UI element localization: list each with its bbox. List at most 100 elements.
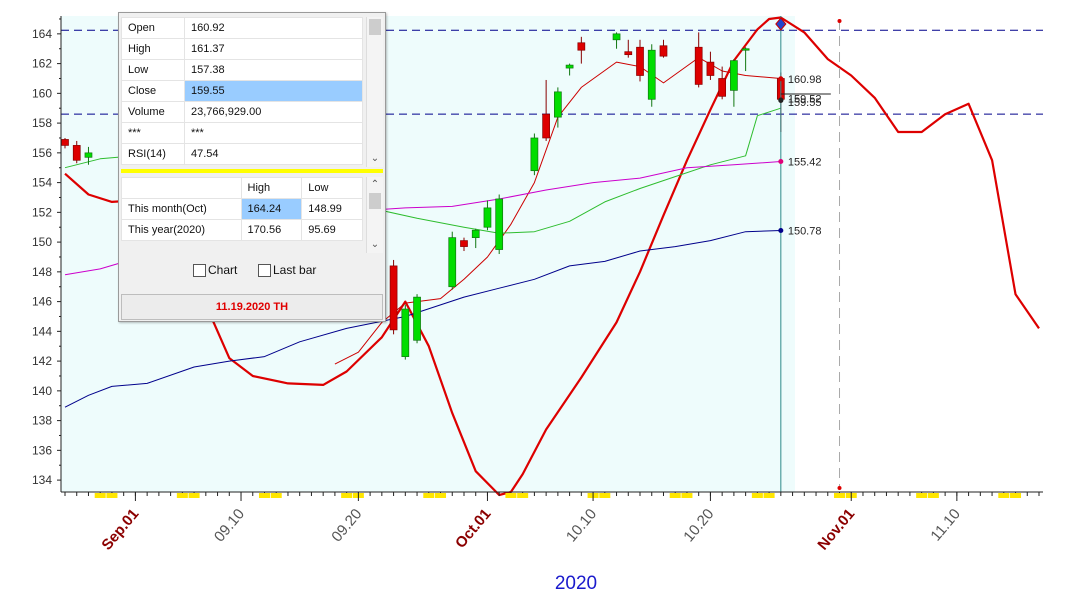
candle-body bbox=[448, 237, 457, 288]
weekend-marker bbox=[341, 493, 353, 498]
low-value: 148.99 bbox=[301, 198, 363, 220]
quote-label: High bbox=[121, 38, 185, 60]
chart-checkbox-label[interactable]: Chart bbox=[208, 263, 237, 277]
price-level-label: 160.98 bbox=[788, 74, 822, 86]
weekend-marker bbox=[751, 493, 763, 498]
weekend-marker bbox=[176, 493, 188, 498]
weekend-marker bbox=[270, 493, 282, 498]
quote-value: 47.54 bbox=[184, 143, 363, 165]
y-tick-label: 138 bbox=[32, 414, 52, 428]
price-level-dot bbox=[778, 97, 784, 103]
price-level-label: 155.42 bbox=[788, 156, 822, 168]
x-tick-label: Oct.01 bbox=[452, 506, 495, 552]
candle-body bbox=[554, 91, 562, 118]
x-tick-label: 10.20 bbox=[680, 506, 717, 546]
candle-body bbox=[636, 46, 644, 76]
x-tick-label: Nov.01 bbox=[814, 506, 858, 554]
quote-value: 157.38 bbox=[184, 59, 363, 81]
x-tick-label: Sep.01 bbox=[98, 506, 142, 554]
candle-body bbox=[413, 296, 421, 341]
quote-row: *** *** bbox=[121, 122, 363, 144]
candle-body bbox=[577, 42, 586, 51]
weekend-marker bbox=[763, 493, 775, 498]
candle-body bbox=[84, 152, 93, 158]
last-bar-checkbox[interactable] bbox=[258, 264, 271, 277]
candle-body bbox=[471, 229, 480, 238]
y-tick-label: 134 bbox=[32, 473, 52, 487]
high-low-header-row: High Low bbox=[121, 177, 363, 199]
quote-row: Close 159.55 bbox=[121, 80, 363, 102]
weekend-marker bbox=[669, 493, 681, 498]
high-value: 164.24 bbox=[240, 198, 303, 220]
candle-body bbox=[389, 265, 398, 331]
low-value: 95.69 bbox=[301, 219, 363, 241]
y-tick-label: 148 bbox=[32, 265, 52, 279]
candle-body bbox=[72, 145, 81, 161]
quote-scrollbar[interactable]: ⌄ bbox=[366, 17, 383, 167]
weekend-marker bbox=[1010, 493, 1022, 498]
year-label: 2020 bbox=[555, 573, 597, 594]
x-tick-label: 10.10 bbox=[563, 506, 600, 546]
scroll-down-arrow-icon[interactable]: ⌄ bbox=[367, 153, 383, 165]
y-tick-label: 150 bbox=[32, 235, 52, 249]
candle-body bbox=[61, 139, 69, 146]
candlestick bbox=[647, 44, 656, 107]
candle-body bbox=[401, 308, 410, 357]
price-level-dot bbox=[778, 76, 784, 82]
candle-body bbox=[542, 113, 550, 139]
x-tick-label: 09.20 bbox=[328, 506, 365, 546]
y-tick-label: 164 bbox=[32, 27, 52, 41]
weekend-marker bbox=[927, 493, 939, 498]
candle-body bbox=[612, 33, 621, 41]
x-tick-label: 11.10 bbox=[927, 506, 963, 545]
price-level-dot bbox=[778, 158, 784, 164]
high-low-table: High Low This month(Oct) 164.24 148.99 This y… bbox=[121, 177, 363, 241]
weekend-marker bbox=[998, 493, 1010, 498]
y-tick-label: 160 bbox=[32, 86, 52, 100]
weekend-marker bbox=[505, 493, 517, 498]
candlestick bbox=[389, 259, 398, 335]
forecast-marker-dot bbox=[837, 19, 842, 23]
quote-label: RSI(14) bbox=[121, 143, 185, 165]
high-low-header-cell: High bbox=[240, 177, 303, 199]
candle-body bbox=[741, 48, 750, 51]
quote-table: Open 160.92 High 161.37 Low 157.38 Close 159.55… bbox=[121, 17, 363, 165]
quote-scroll-thumb[interactable] bbox=[369, 19, 381, 35]
high-low-row: This year(2020) 170.56 95.69 bbox=[121, 219, 363, 241]
high-low-header-cell bbox=[121, 177, 242, 199]
quote-info-panel[interactable]: Open 160.92 High 161.37 Low 157.38 Close 159.55… bbox=[118, 12, 386, 322]
candle-body bbox=[565, 64, 574, 69]
quote-label: Volume bbox=[121, 101, 185, 123]
scroll-up-arrow-icon[interactable]: ⌃ bbox=[367, 179, 383, 191]
last-bar-checkbox-label[interactable]: Last bar bbox=[273, 263, 316, 277]
candle-body bbox=[659, 45, 668, 57]
future-area bbox=[795, 16, 1043, 492]
quote-row: Low 157.38 bbox=[121, 59, 363, 81]
quote-label: Open bbox=[121, 17, 185, 39]
quote-value: *** bbox=[184, 122, 363, 144]
quote-value: 161.37 bbox=[184, 38, 363, 60]
candle-body bbox=[624, 51, 633, 56]
quote-label: Close bbox=[121, 80, 185, 102]
weekend-marker bbox=[188, 493, 200, 498]
chart-checkbox[interactable] bbox=[193, 264, 206, 277]
weekend-marker bbox=[517, 493, 529, 498]
price-level-dot bbox=[778, 227, 784, 233]
scroll-down-arrow-icon[interactable]: ⌄ bbox=[367, 239, 383, 251]
candlestick bbox=[495, 194, 504, 254]
y-tick-label: 144 bbox=[32, 324, 52, 338]
high-low-scrollbar[interactable]: ⌃ ⌄ bbox=[366, 177, 383, 253]
candlestick bbox=[401, 304, 410, 360]
candlestick bbox=[413, 294, 421, 344]
high-low-scroll-thumb[interactable] bbox=[369, 193, 381, 209]
candle-body bbox=[706, 61, 715, 76]
y-tick-label: 156 bbox=[32, 146, 52, 160]
candle-body bbox=[647, 49, 656, 100]
high-low-header-cell: Low bbox=[301, 177, 363, 199]
quote-label: Low bbox=[121, 59, 185, 81]
candle-body bbox=[718, 78, 727, 97]
y-tick-label: 154 bbox=[32, 176, 52, 190]
candle-body bbox=[694, 46, 703, 85]
quote-row: Open 160.92 bbox=[121, 17, 363, 39]
candle-body bbox=[483, 207, 492, 228]
